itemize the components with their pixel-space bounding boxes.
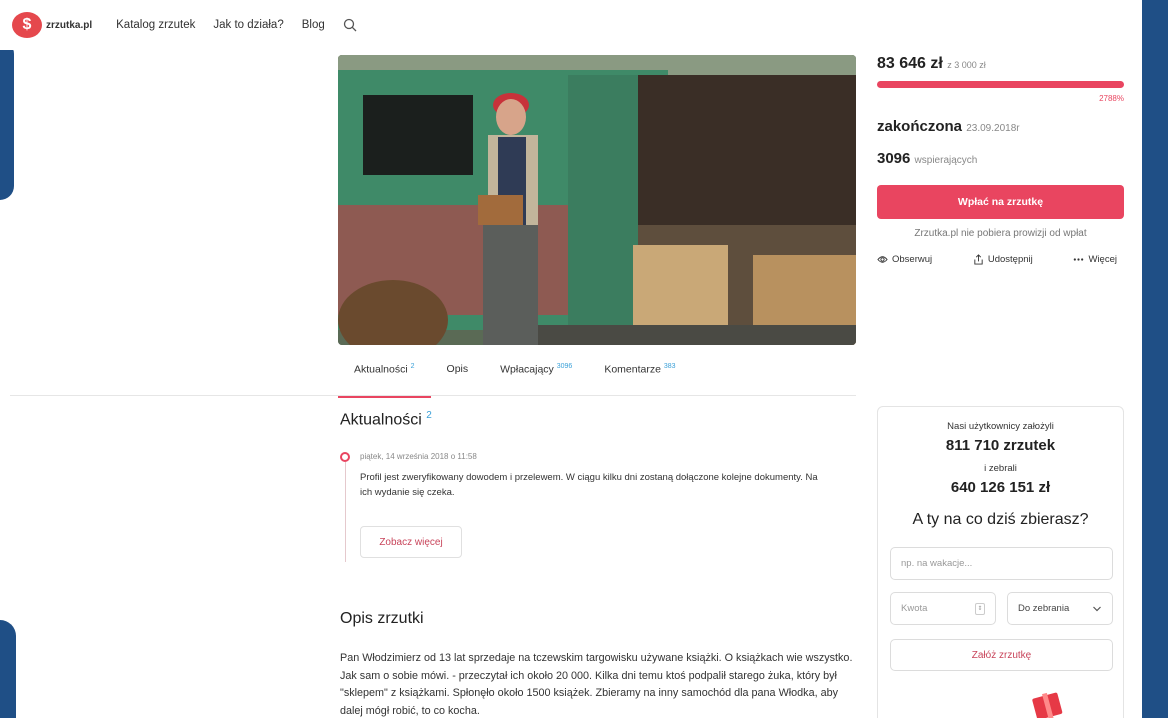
supporters: 3096 wspierających xyxy=(877,150,977,167)
tab-comments[interactable]: Komentarze 383 xyxy=(588,360,691,398)
follow-label: Obserwuj xyxy=(892,254,933,265)
campaign-photo-illustration xyxy=(338,55,856,345)
logo-text: zrzutka.pl xyxy=(46,19,93,31)
timeline-dot xyxy=(340,452,350,462)
amount-raised: 83 646 zł z 3 000 zł xyxy=(877,55,986,73)
create-campaign-card: Nasi użytkownicy założyli 811 710 zrzute… xyxy=(877,406,1124,718)
amount-input[interactable]: Kwota ⇕ xyxy=(890,592,996,625)
logo[interactable]: $ zrzutka.pl xyxy=(12,12,92,38)
share-icon xyxy=(974,254,983,265)
goal-type-value: Do zebrania xyxy=(1018,603,1070,614)
create-campaign-button[interactable]: Załóż zrzutkę xyxy=(890,639,1113,671)
updates-heading: Aktualności 2 xyxy=(340,410,432,429)
decorative-left-edge-bottom xyxy=(0,620,16,718)
nav-catalog[interactable]: Katalog zrzutek xyxy=(116,19,195,31)
description-text: Pan Włodzimierz od 13 lat sprzedaje na t… xyxy=(340,652,853,717)
stats-campaigns-count: 811 710 zrzutek xyxy=(945,437,1056,454)
campaign-status: zakończona 23.09.2018r xyxy=(877,118,1020,135)
status-label: zakończona xyxy=(877,118,963,135)
updates-title: Aktualności xyxy=(340,411,422,429)
share-button[interactable]: Udostępnij xyxy=(973,254,1033,265)
tab-label: Aktualności xyxy=(354,363,408,376)
logo-icon: $ xyxy=(12,12,42,38)
more-label: Więcej xyxy=(1088,254,1117,265)
amount-placeholder: Kwota xyxy=(901,603,928,614)
progress-bar-fill xyxy=(877,81,1124,88)
progress-bar xyxy=(877,81,1124,88)
campaign-photo xyxy=(338,55,856,345)
donate-button[interactable]: Wpłać na zrzutkę xyxy=(877,185,1124,219)
tab-label: Opis xyxy=(446,363,469,375)
share-label: Udostępnij xyxy=(987,254,1033,265)
supporters-label: wspierających xyxy=(914,155,978,166)
more-button[interactable]: Więcej xyxy=(1073,254,1117,265)
search-icon[interactable] xyxy=(343,18,357,32)
create-question: A ty na co dziś zbierasz? xyxy=(912,511,1089,528)
purpose-placeholder: np. na wakacje... xyxy=(901,558,973,569)
goal-type-select[interactable]: Do zebrania xyxy=(1007,592,1113,625)
progress-percent: 2788% xyxy=(1099,94,1124,103)
tab-donors[interactable]: Wpłacający 3096 xyxy=(484,360,588,398)
tab-label: Komentarze xyxy=(604,363,661,376)
amount-goal: z 3 000 zł xyxy=(947,60,986,70)
gift-icon xyxy=(1032,692,1063,718)
more-dots-icon xyxy=(1074,258,1084,261)
tab-count: 2 xyxy=(410,363,415,370)
nav-how-it-works[interactable]: Jak to działa? xyxy=(213,19,283,31)
tabs-divider xyxy=(10,395,856,396)
update-date: piątek, 14 września 2018 o 11:58 xyxy=(360,452,477,461)
follow-button[interactable]: Obserwuj xyxy=(877,254,932,265)
nav-blog[interactable]: Blog xyxy=(302,19,325,31)
tab-description[interactable]: Opis xyxy=(431,360,485,398)
eye-icon xyxy=(877,256,888,263)
no-fee-note: Zrzutka.pl nie pobiera prowizji od wpłat xyxy=(914,228,1087,239)
decorative-right-edge xyxy=(1142,0,1168,718)
campaign-tabs: Aktualności 2 Opis Wpłacający 3096 Komen… xyxy=(338,360,692,398)
stats-line2: i zebrali xyxy=(984,463,1017,474)
purpose-input[interactable]: np. na wakacje... xyxy=(890,547,1113,580)
decorative-left-edge xyxy=(0,40,14,200)
stepper-icon[interactable]: ⇕ xyxy=(975,602,985,615)
supporters-count: 3096 xyxy=(877,150,911,167)
updates-count: 2 xyxy=(426,410,432,421)
amount-value: 83 646 zł xyxy=(877,55,943,72)
campaign-actions: Obserwuj Udostępnij Więcej xyxy=(877,254,1117,265)
end-date: 23.09.2018r xyxy=(966,123,1020,134)
stats-line1: Nasi użytkownicy założyli xyxy=(947,421,1054,432)
chevron-down-icon xyxy=(1093,606,1101,611)
see-more-button[interactable]: Zobacz więcej xyxy=(360,526,462,558)
stats-amount-total: 640 126 151 zł xyxy=(950,479,1051,496)
tab-count: 3096 xyxy=(556,363,573,370)
top-navbar: $ zrzutka.pl Katalog zrzutek Jak to dzia… xyxy=(0,0,1142,50)
tab-label: Wpłacający xyxy=(500,363,554,376)
description-title: Opis zrzutki xyxy=(340,610,424,627)
timeline-line xyxy=(345,462,346,562)
tab-updates[interactable]: Aktualności 2 xyxy=(338,360,431,398)
tab-count: 383 xyxy=(663,363,676,370)
update-text: Profil jest zweryfikowany dowodem i prze… xyxy=(360,472,818,498)
